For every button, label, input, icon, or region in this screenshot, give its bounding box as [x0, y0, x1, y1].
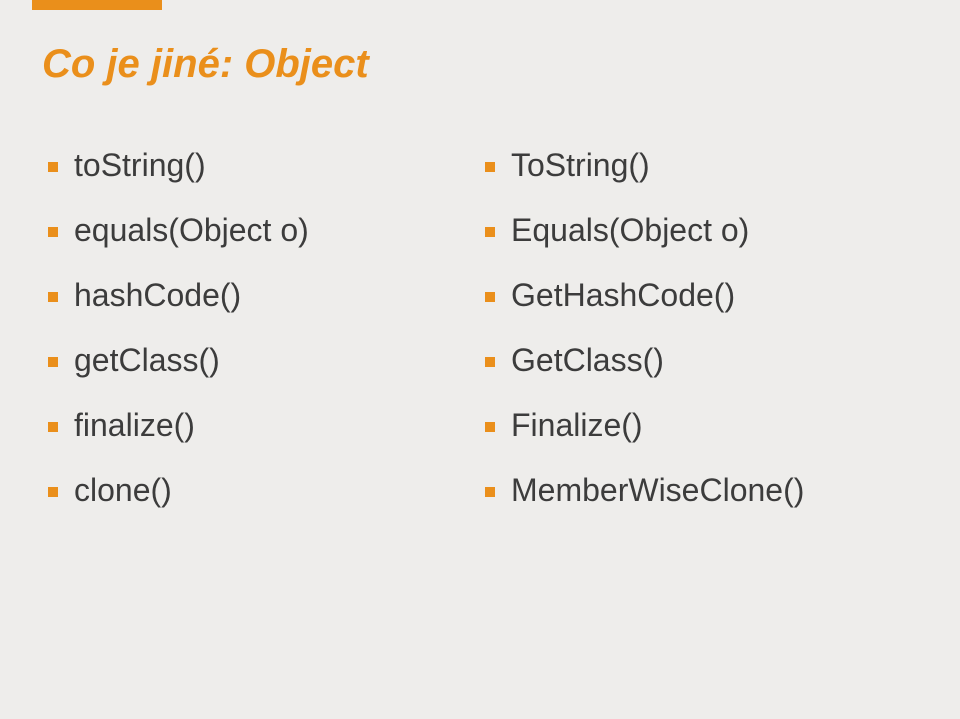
- left-column: toString() equals(Object o) hashCode() g…: [48, 147, 475, 537]
- item-text: Equals(Object o): [511, 212, 749, 249]
- list-item: getClass(): [48, 342, 475, 379]
- list-item: toString(): [48, 147, 475, 184]
- bullet-icon: [485, 162, 495, 172]
- bullet-icon: [485, 487, 495, 497]
- bullet-icon: [485, 227, 495, 237]
- bullet-icon: [48, 162, 58, 172]
- item-text: hashCode(): [74, 277, 241, 314]
- item-text: finalize(): [74, 407, 195, 444]
- list-item: MemberWiseClone(): [485, 472, 912, 509]
- list-item: clone(): [48, 472, 475, 509]
- item-text: toString(): [74, 147, 206, 184]
- list-item: equals(Object o): [48, 212, 475, 249]
- bullet-icon: [48, 227, 58, 237]
- slide-title: Co je jiné: Object: [42, 42, 912, 87]
- accent-bar: [32, 0, 162, 10]
- slide-content: Co je jiné: Object toString() equals(Obj…: [0, 0, 960, 537]
- item-text: Finalize(): [511, 407, 643, 444]
- item-text: ToString(): [511, 147, 650, 184]
- bullet-icon: [48, 292, 58, 302]
- bullet-icon: [48, 422, 58, 432]
- list-item: Finalize(): [485, 407, 912, 444]
- bullet-icon: [485, 357, 495, 367]
- list-item: ToString(): [485, 147, 912, 184]
- list-item: finalize(): [48, 407, 475, 444]
- bullet-icon: [485, 292, 495, 302]
- right-column: ToString() Equals(Object o) GetHashCode(…: [485, 147, 912, 537]
- item-text: getClass(): [74, 342, 220, 379]
- item-text: clone(): [74, 472, 172, 509]
- bullet-icon: [48, 487, 58, 497]
- bullet-icon: [485, 422, 495, 432]
- item-text: GetClass(): [511, 342, 664, 379]
- item-text: GetHashCode(): [511, 277, 735, 314]
- list-item: GetHashCode(): [485, 277, 912, 314]
- item-text: MemberWiseClone(): [511, 472, 804, 509]
- list-item: Equals(Object o): [485, 212, 912, 249]
- bullet-icon: [48, 357, 58, 367]
- list-item: GetClass(): [485, 342, 912, 379]
- columns: toString() equals(Object o) hashCode() g…: [48, 147, 912, 537]
- item-text: equals(Object o): [74, 212, 309, 249]
- list-item: hashCode(): [48, 277, 475, 314]
